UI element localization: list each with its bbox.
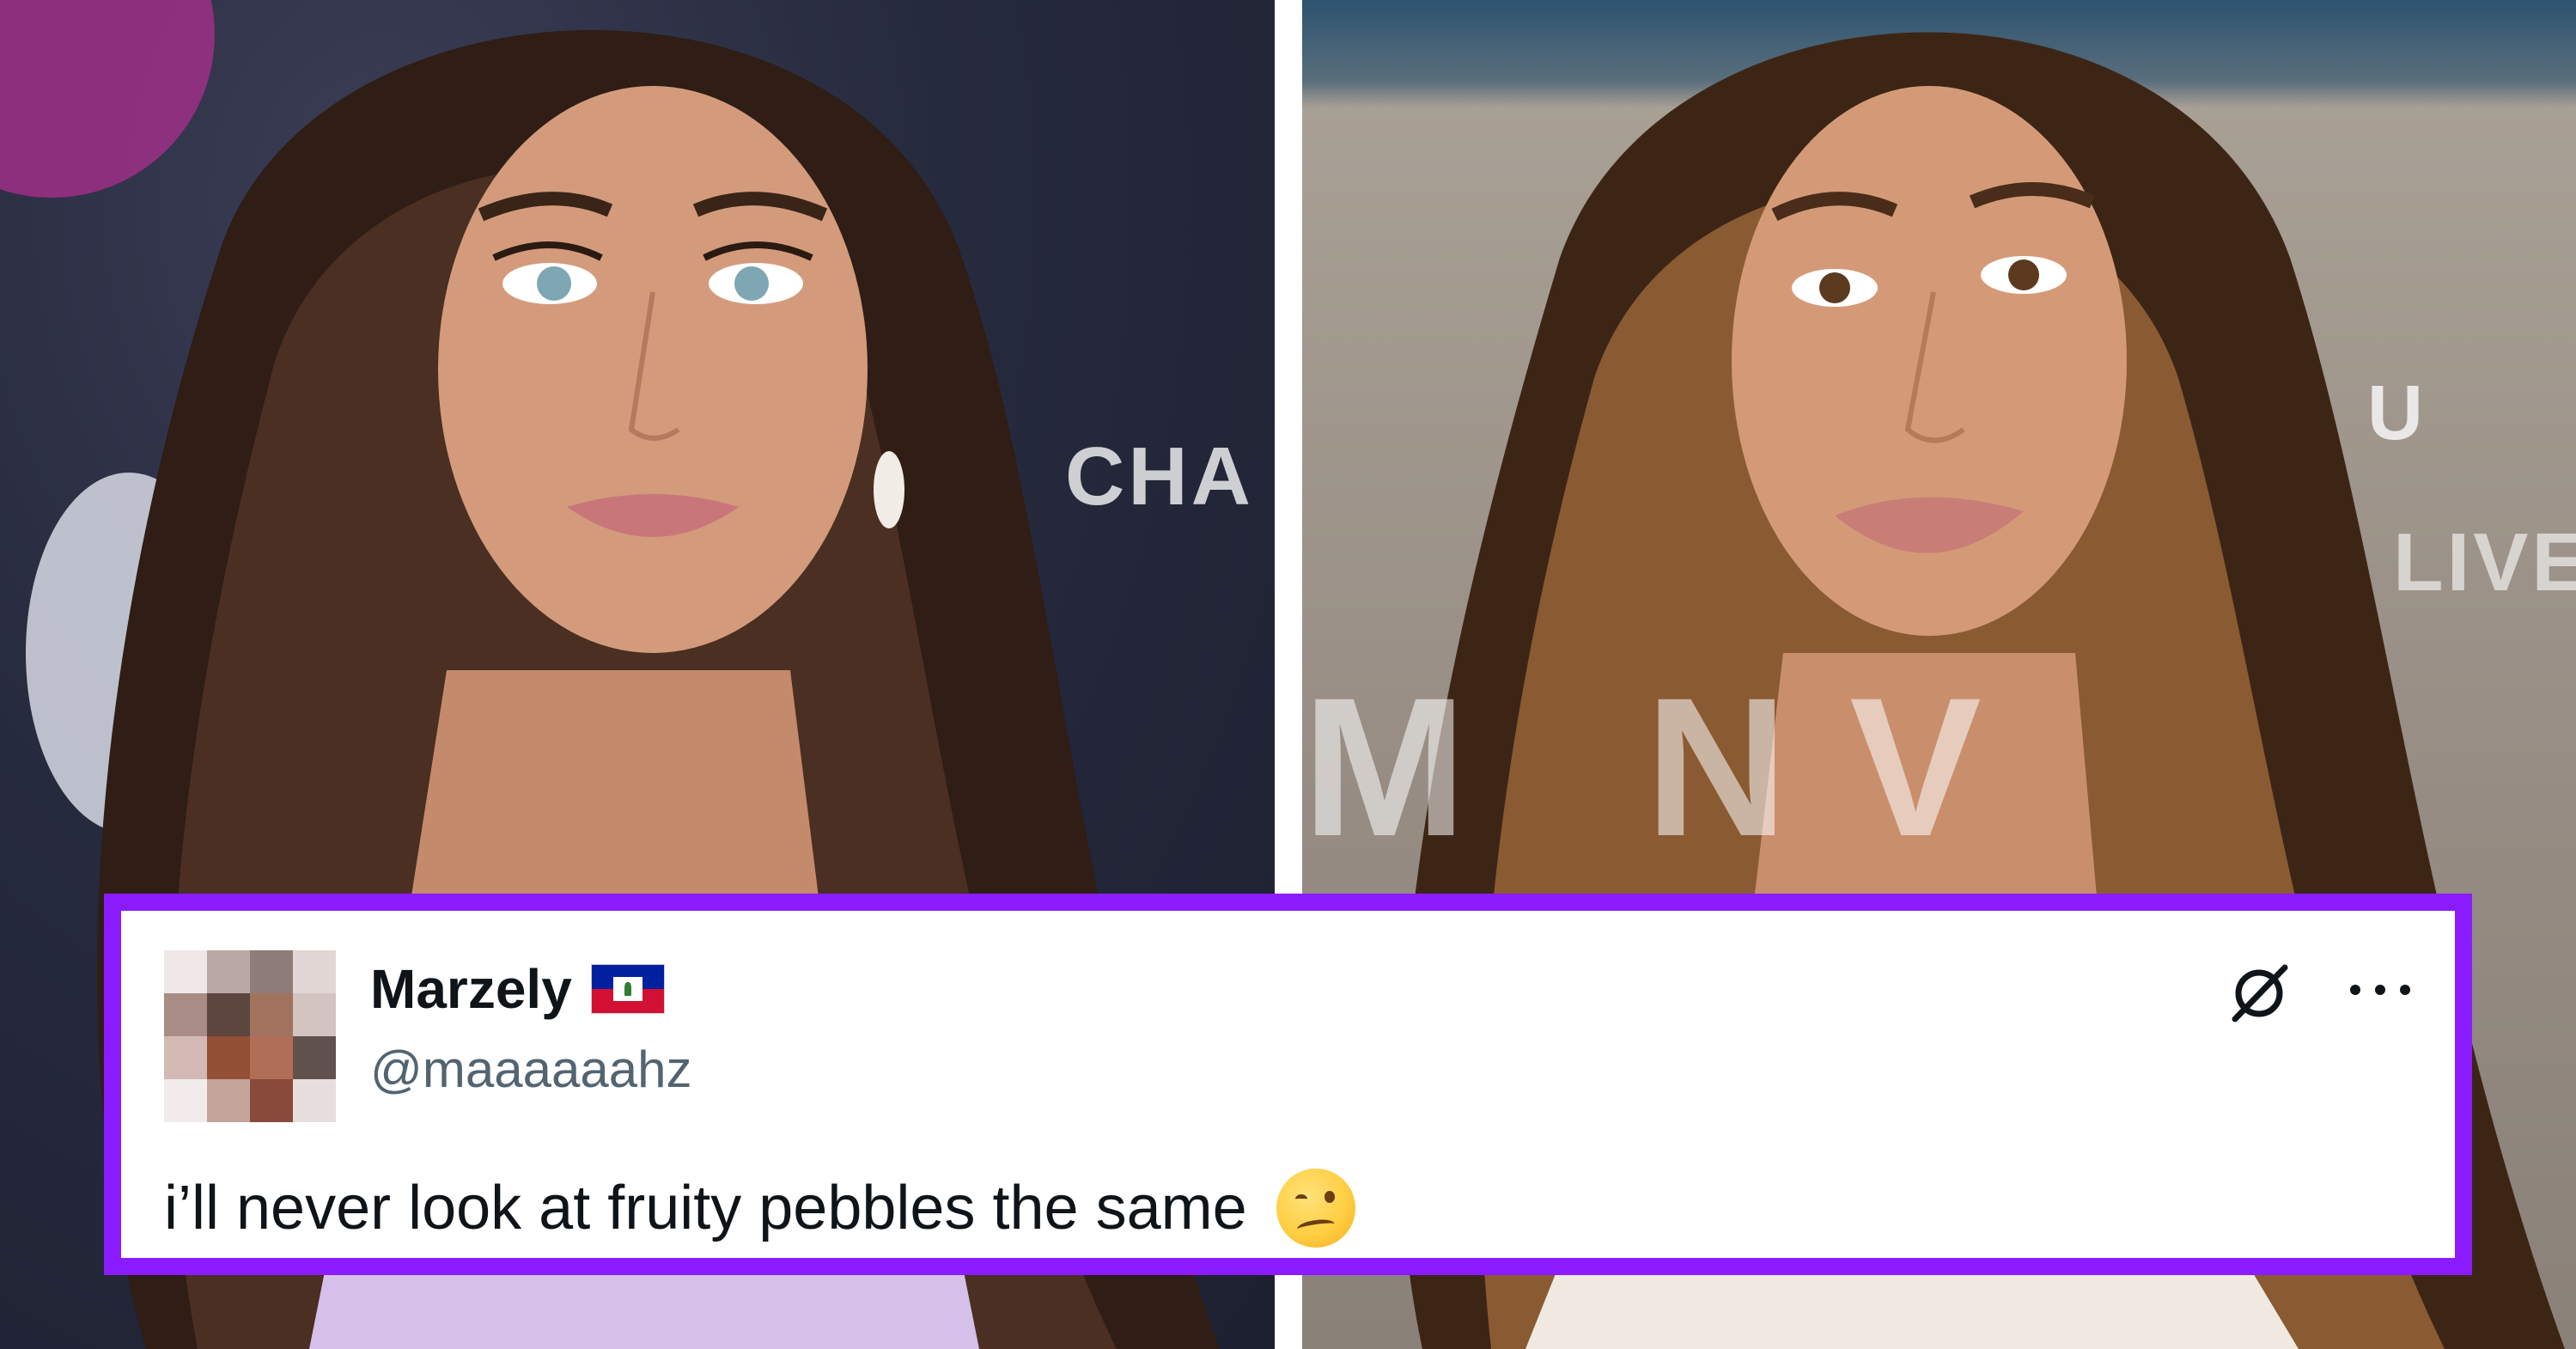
right-sign-text-2: LIVE xyxy=(2393,516,2576,608)
right-sign-text-1: U xyxy=(2367,370,2427,456)
right-sign-text-3: M N V xyxy=(1302,656,1985,877)
tweet-card[interactable]: Marzely @maaaaaahz i’ll never look at fr… xyxy=(104,894,2472,1275)
tweet-text-content: i’ll never look at fruity pebbles the sa… xyxy=(164,1174,1247,1242)
avatar[interactable] xyxy=(164,950,336,1122)
haiti-flag-icon xyxy=(590,964,665,1014)
more-options-icon[interactable] xyxy=(2350,964,2410,1016)
display-name-text[interactable]: Marzely xyxy=(370,957,572,1021)
grok-slash-icon[interactable] xyxy=(2225,959,2293,1028)
left-sign-text: CHA xyxy=(1065,430,1254,522)
user-handle[interactable]: @maaaaaahz xyxy=(370,1040,691,1099)
woozy-face-icon xyxy=(1276,1169,1355,1248)
tweet-text: i’ll never look at fruity pebbles the sa… xyxy=(164,1169,1355,1248)
display-name[interactable]: Marzely xyxy=(370,957,665,1021)
